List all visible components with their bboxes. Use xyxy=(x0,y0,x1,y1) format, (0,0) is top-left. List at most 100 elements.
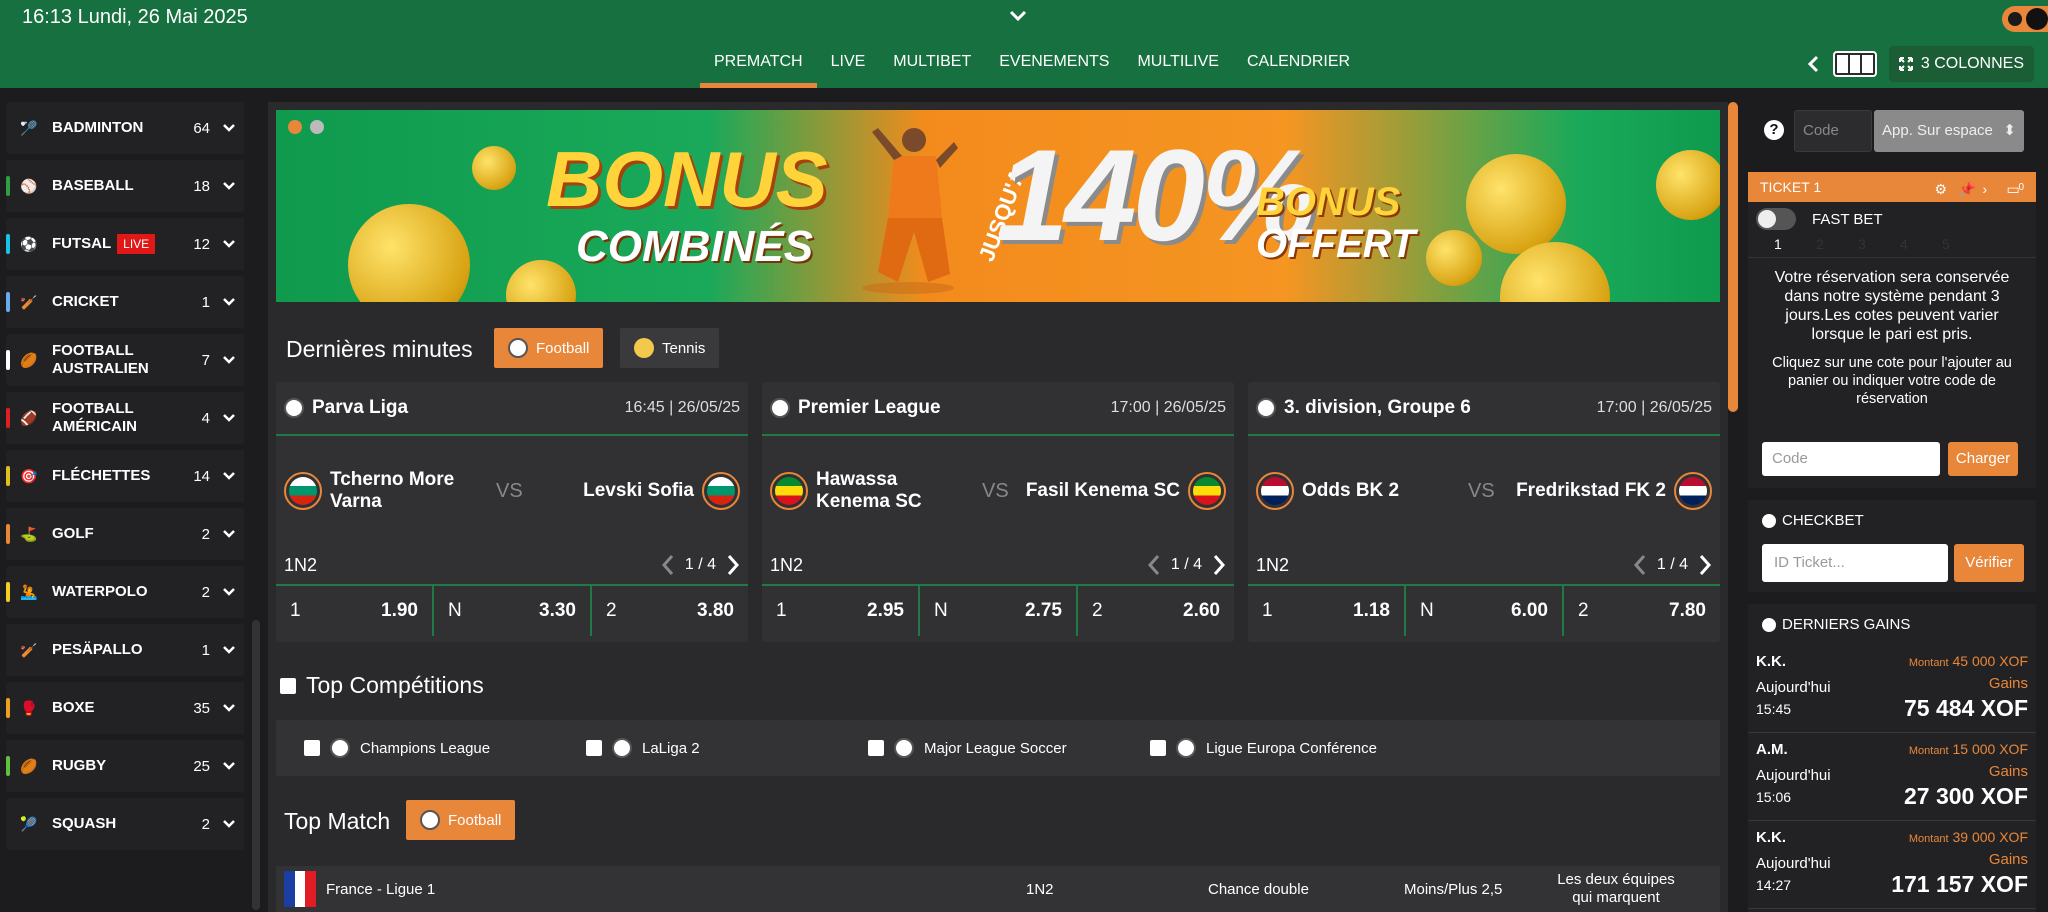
checkbox[interactable] xyxy=(304,740,320,756)
chevron-down-icon[interactable] xyxy=(222,295,236,309)
sidebar-item-golf[interactable]: ⛳ GOLF 2 xyxy=(6,508,244,560)
odd-button[interactable]: 2 3.80 xyxy=(592,586,748,636)
chevron-right-icon[interactable] xyxy=(1212,554,1226,576)
win-day: Aujourd'hui xyxy=(1756,767,1831,784)
tab-evenements[interactable]: EVENEMENTS xyxy=(985,52,1123,88)
checkbox[interactable] xyxy=(586,740,602,756)
chevron-down-icon[interactable] xyxy=(222,701,236,715)
top-match-chip-football[interactable]: Football xyxy=(406,800,516,840)
match-card[interactable]: Premier League 17:00 | 26/05/25 Hawassa … xyxy=(762,382,1234,642)
checkbet-title: CHECKBET xyxy=(1782,512,1864,529)
sidebar-item-football-australien[interactable]: 🏉 FOOTBALL AUSTRALIEN 7 xyxy=(6,334,244,386)
chevron-down-icon[interactable] xyxy=(1008,6,1028,26)
checkbox[interactable] xyxy=(868,740,884,756)
promo-banner[interactable]: BONUS COMBINÉS JUSQU'A 140% BONUS OFFERT xyxy=(276,110,1720,302)
sidebar-item-badminton[interactable]: 🏸 BADMINTON 64 xyxy=(6,102,244,154)
competition-laliga-2[interactable]: LaLiga 2 xyxy=(586,738,868,758)
chevron-right-icon[interactable] xyxy=(726,554,740,576)
chevron-down-icon[interactable] xyxy=(222,817,236,831)
chevron-left-icon[interactable] xyxy=(661,554,675,576)
sidebar-item-cricket[interactable]: 🏏 CRICKET 1 xyxy=(6,276,244,328)
chevron-down-icon[interactable] xyxy=(222,527,236,541)
tab-multibet[interactable]: MULTIBET xyxy=(879,52,985,88)
charger-button[interactable]: Charger xyxy=(1948,442,2018,476)
chevron-down-icon[interactable] xyxy=(222,469,236,483)
main-scrollbar[interactable] xyxy=(1728,102,1738,412)
carousel-dot[interactable] xyxy=(288,120,302,134)
cricket-icon: 🏏 xyxy=(20,293,38,310)
chevron-down-icon[interactable] xyxy=(222,585,236,599)
competition-mls[interactable]: Major League Soccer xyxy=(868,738,1150,758)
checkbox[interactable] xyxy=(1150,740,1166,756)
ticket-tab-1[interactable]: 1 xyxy=(1774,236,1816,257)
ticket-tab-2[interactable]: 2 xyxy=(1816,236,1858,257)
odd-button[interactable]: N 2.75 xyxy=(920,586,1078,636)
ticket-icon[interactable]: ▭ xyxy=(2006,181,2019,197)
sidebar-item-futsal[interactable]: ⚽ FUTSAL LIVE 12 xyxy=(6,218,244,270)
odd-button[interactable]: 2 2.60 xyxy=(1078,586,1234,636)
sidebar-item-fl-chettes[interactable]: 🎯 FLÉCHETTES 14 xyxy=(6,450,244,502)
match-time: 17:00 | 26/05/25 xyxy=(1110,399,1226,416)
sort-icon: ⬍ xyxy=(2003,122,2016,139)
chevron-left-icon[interactable] xyxy=(1147,554,1161,576)
ticket-tab-4[interactable]: 4 xyxy=(1900,236,1942,257)
chevron-left-icon[interactable] xyxy=(1807,55,1821,73)
sidebar-scrollbar[interactable] xyxy=(252,620,260,910)
ticket-tab-3[interactable]: 3 xyxy=(1858,236,1900,257)
sidebar-item-squash[interactable]: 🎾 SQUASH 2 xyxy=(6,798,244,850)
dernieres-minutes-title: Dernières minutes xyxy=(286,336,473,362)
chip-tennis[interactable]: Tennis xyxy=(620,328,720,368)
match-card[interactable]: Parva Liga 16:45 | 26/05/25 Tcherno More… xyxy=(276,382,748,642)
sidebar-item-football-am-ricain[interactable]: 🏈 FOOTBALL AMÉRICAIN 4 xyxy=(6,392,244,444)
pin-icon[interactable]: 📌 xyxy=(1958,181,1975,197)
carousel-dot[interactable] xyxy=(310,120,324,134)
layout-grid-icon[interactable] xyxy=(1832,51,1877,77)
chevron-down-icon[interactable] xyxy=(222,179,236,193)
verifier-button[interactable]: Vérifier xyxy=(1954,544,2024,582)
sport-accent xyxy=(6,466,10,486)
chip-football[interactable]: Football xyxy=(494,328,604,368)
tab-multilive[interactable]: MULTILIVE xyxy=(1123,52,1233,88)
odd-button[interactable]: 1 1.18 xyxy=(1248,586,1406,636)
sidebar-item-boxe[interactable]: 🥊 BOXE 35 xyxy=(6,682,244,734)
odd-button[interactable]: N 3.30 xyxy=(434,586,592,636)
chevron-left-icon[interactable] xyxy=(1633,554,1647,576)
gear-icon[interactable]: ⚙ xyxy=(1934,181,1947,197)
chevron-down-icon[interactable] xyxy=(222,759,236,773)
ticket-id-input[interactable]: ID Ticket... xyxy=(1762,544,1948,582)
odd-button[interactable]: 1 1.90 xyxy=(276,586,434,636)
help-icon[interactable]: ? xyxy=(1764,120,1784,140)
competition-europa-conference[interactable]: Ligue Europa Conférence xyxy=(1150,738,1432,758)
reservation-code-input[interactable]: Code xyxy=(1762,442,1940,476)
chevron-down-icon[interactable] xyxy=(222,237,236,251)
odd-label: N xyxy=(934,600,948,621)
sidebar-item-baseball[interactable]: ⚾ BASEBALL 18 xyxy=(6,160,244,212)
tab-calendrier[interactable]: CALENDRIER xyxy=(1233,52,1364,88)
odd-value: 1.18 xyxy=(1353,600,1390,621)
sidebar-item-pes-pallo[interactable]: 🏏 PESÄPALLO 1 xyxy=(6,624,244,676)
code-input[interactable]: Code xyxy=(1794,110,1872,152)
odd-button[interactable]: 1 2.95 xyxy=(762,586,920,636)
ticket-tab-5[interactable]: 5 xyxy=(1942,236,1984,257)
chevron-right-icon[interactable]: › xyxy=(1982,181,1994,197)
top-match-league-row[interactable]: France - Ligue 1 1N2 Chance double Moins… xyxy=(276,866,1720,912)
match-card[interactable]: 3. division, Groupe 6 17:00 | 26/05/25 O… xyxy=(1248,382,1720,642)
odd-button[interactable]: N 6.00 xyxy=(1406,586,1564,636)
chevron-down-icon[interactable] xyxy=(222,121,236,135)
sidebar-item-waterpolo[interactable]: 🤽 WATERPOLO 2 xyxy=(6,566,244,618)
sport-name: WATERPOLO xyxy=(52,583,148,600)
tab-live[interactable]: LIVE xyxy=(817,52,880,88)
top-competitions-checkbox[interactable] xyxy=(280,677,296,694)
fast-bet-toggle[interactable] xyxy=(1756,208,1796,230)
chevron-down-icon[interactable] xyxy=(222,643,236,657)
odd-button[interactable]: 2 7.80 xyxy=(1564,586,1720,636)
chevron-down-icon[interactable] xyxy=(222,411,236,425)
tab-prematch[interactable]: PREMATCH xyxy=(700,52,817,88)
chevron-right-icon[interactable] xyxy=(1698,554,1712,576)
app-select[interactable]: App. Sur espace ⬍ xyxy=(1874,110,2024,152)
sidebar-item-rugby[interactable]: 🏉 RUGBY 25 xyxy=(6,740,244,792)
chevron-down-icon[interactable] xyxy=(222,353,236,367)
competition-champions-league[interactable]: Champions League xyxy=(304,738,586,758)
columns-button[interactable]: 3 COLONNES xyxy=(1888,46,2034,82)
theme-toggle[interactable] xyxy=(2002,6,2048,32)
